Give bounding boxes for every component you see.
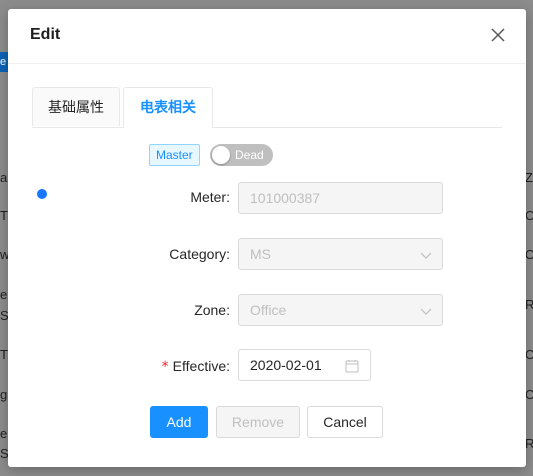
label-colon: : xyxy=(226,358,230,374)
background-text: R xyxy=(525,436,533,451)
modal-title: Edit xyxy=(30,26,61,43)
close-icon xyxy=(491,28,505,42)
zone-label: Zone: xyxy=(20,302,230,318)
master-tag: Master xyxy=(149,144,200,166)
category-select[interactable]: MS xyxy=(238,238,443,270)
category-value: MS xyxy=(250,246,271,262)
add-button[interactable]: Add xyxy=(150,406,208,438)
background-text: e xyxy=(0,426,8,441)
effective-value: 2020-02-01 xyxy=(250,357,322,373)
background-text: e xyxy=(0,287,8,302)
category-label: Category: xyxy=(20,246,230,262)
modal-header: Edit xyxy=(8,9,526,64)
background-text: O xyxy=(525,247,533,262)
remove-button[interactable]: Remove xyxy=(216,406,300,438)
background-text: O xyxy=(525,347,533,362)
chevron-down-icon xyxy=(420,252,432,259)
calendar-icon xyxy=(345,360,359,373)
background-text: Z xyxy=(525,170,533,185)
cancel-button[interactable]: Cancel xyxy=(307,406,383,438)
dead-switch[interactable]: Dead xyxy=(210,144,273,166)
switch-knob xyxy=(212,146,230,164)
effective-label: * Effective: xyxy=(20,358,230,375)
background-text: T xyxy=(0,208,8,223)
tab-basic-attributes[interactable]: 基础属性 xyxy=(32,87,120,126)
zone-select[interactable]: Office xyxy=(238,294,443,326)
meter-input[interactable]: 101000387 xyxy=(238,182,443,214)
background-text: R xyxy=(525,297,533,312)
zone-value: Office xyxy=(250,302,287,318)
background-tag: e xyxy=(0,52,8,72)
chevron-down-icon xyxy=(420,308,432,315)
close-button[interactable] xyxy=(486,23,510,47)
background-text: g xyxy=(0,387,8,402)
zone-label-text: Zone xyxy=(194,302,227,318)
tab-bar: 基础属性 电表相关 xyxy=(32,87,502,128)
background-text: O xyxy=(525,387,533,402)
background-text: a xyxy=(0,170,8,185)
effective-label-text: Effective xyxy=(172,358,227,374)
effective-date-picker[interactable]: 2020-02-01 xyxy=(238,349,371,381)
required-mark: * xyxy=(161,359,169,375)
label-colon: : xyxy=(226,302,230,318)
meter-label-text: Meter xyxy=(190,189,227,205)
meter-value: 101000387 xyxy=(250,190,321,206)
category-label-text: Category xyxy=(169,246,227,262)
tab-meter-related[interactable]: 电表相关 xyxy=(123,87,213,128)
label-colon: : xyxy=(226,246,230,262)
meter-label: Meter: xyxy=(20,189,230,205)
background-text: T xyxy=(0,347,8,362)
label-colon: : xyxy=(226,189,230,205)
background-text: O xyxy=(525,208,533,223)
switch-label: Dead xyxy=(235,148,264,162)
edit-modal: Edit 基础属性 电表相关 Master Dead Meter: 101000… xyxy=(8,9,526,467)
